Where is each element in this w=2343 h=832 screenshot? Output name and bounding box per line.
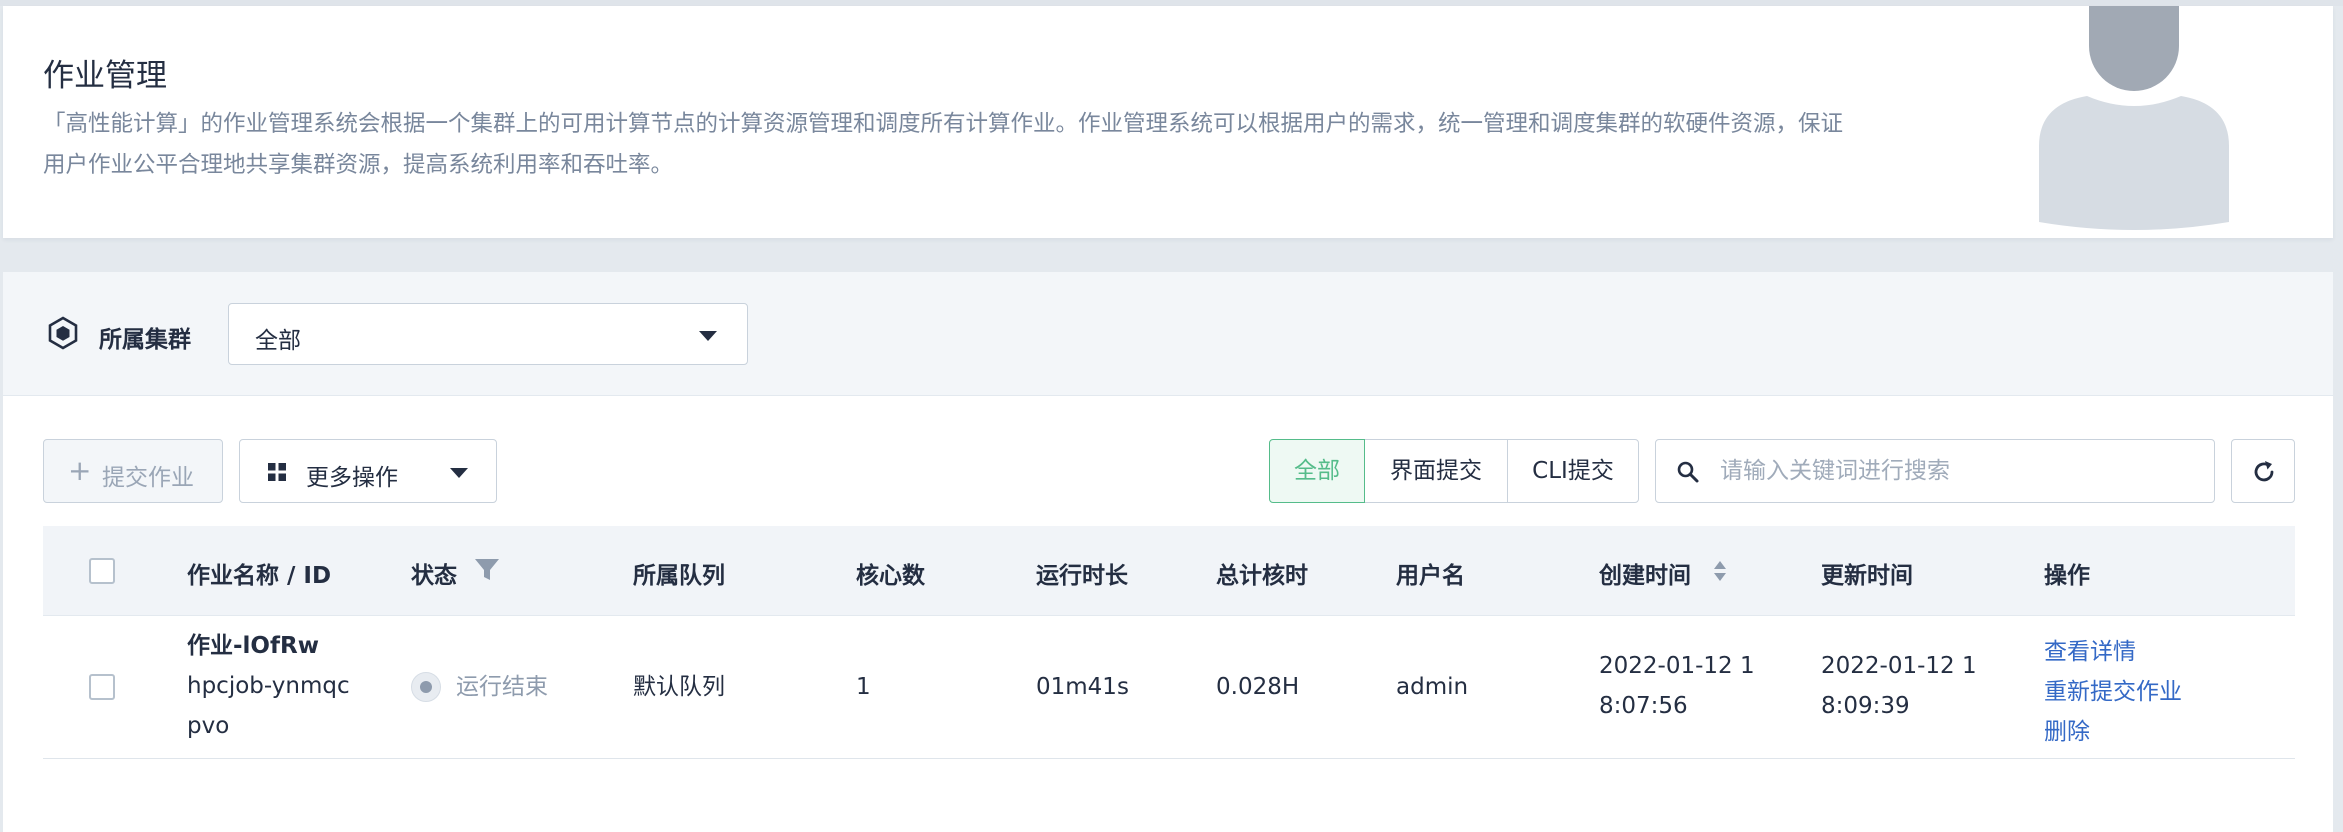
column-header-updated: 更新时间 xyxy=(1821,563,1913,589)
grid-icon xyxy=(268,463,286,481)
column-header-created[interactable]: 创建时间 xyxy=(1599,556,1691,590)
page-title: 作业管理 xyxy=(43,58,167,94)
table-row: 作业-lOfRw hpcjob-ynmqc pvo 运行结束 默认队列 1 01… xyxy=(43,616,2295,759)
column-header-name: 作业名称 / ID xyxy=(187,563,332,589)
description-line-1: 「高性能计算」的作业管理系统会根据一个集群上的可用计算节点的计算资源管理和调度所… xyxy=(43,111,1844,137)
cube-icon xyxy=(48,316,78,350)
column-header-user: 用户名 xyxy=(1396,563,1465,589)
more-actions-label: 更多操作 xyxy=(306,465,398,491)
delete-link[interactable]: 删除 xyxy=(2044,712,2090,746)
submit-type-tabs: 全部 界面提交 CLI提交 xyxy=(1269,439,1639,503)
search-icon xyxy=(1677,461,1699,483)
job-name: 作业-lOfRw xyxy=(187,633,319,659)
job-id-line-1: hpcjob-ynmqc xyxy=(187,673,350,699)
job-duration: 01m41s xyxy=(1036,674,1129,700)
job-cores: 1 xyxy=(856,674,871,700)
updated-time-line-2: 8:09:39 xyxy=(1821,693,1910,719)
column-header-cores: 核心数 xyxy=(856,563,925,589)
updated-time-line-1: 2022-01-12 1 xyxy=(1821,653,1977,679)
submit-job-button[interactable]: + 提交作业 xyxy=(43,439,223,503)
more-actions-button[interactable]: 更多操作 xyxy=(239,439,497,503)
job-status: 运行结束 xyxy=(456,674,548,700)
search-box xyxy=(1655,439,2215,503)
tab-cli-submit[interactable]: CLI提交 xyxy=(1507,439,1639,503)
user-silhouette-icon xyxy=(2039,6,2229,230)
status-indicator-icon xyxy=(411,672,441,702)
tab-ui-submit[interactable]: 界面提交 xyxy=(1364,439,1508,503)
search-input[interactable] xyxy=(1720,452,2200,490)
view-details-link[interactable]: 查看详情 xyxy=(2044,632,2136,666)
chevron-down-icon xyxy=(699,331,717,341)
job-queue: 默认队列 xyxy=(633,674,725,700)
cluster-filter-bar: 所属集群 全部 xyxy=(3,272,2333,396)
refresh-button[interactable] xyxy=(2231,439,2295,503)
job-list-panel: 所属集群 全部 + 提交作业 更多操作 全部 界面提交 CLI提交 请输入关键词… xyxy=(3,272,2333,832)
cluster-filter-label: 所属集群 xyxy=(99,327,191,353)
description-line-2: 用户作业公平合理地共享集群资源，提高系统利用率和吞吐率。 xyxy=(43,152,674,178)
tab-all[interactable]: 全部 xyxy=(1269,439,1365,503)
sort-icon[interactable] xyxy=(1713,560,1727,582)
job-id-line-2: pvo xyxy=(187,713,230,739)
page-header: 作业管理 「高性能计算」的作业管理系统会根据一个集群上的可用计算节点的计算资源管… xyxy=(3,6,2333,238)
plus-icon: + xyxy=(68,454,92,487)
column-header-status: 状态 xyxy=(411,563,457,589)
page-description: 「高性能计算」的作业管理系统会根据一个集群上的可用计算节点的计算资源管理和调度所… xyxy=(43,104,1993,186)
refresh-icon xyxy=(2254,461,2274,482)
resubmit-job-link[interactable]: 重新提交作业 xyxy=(2044,672,2182,706)
created-time-line-1: 2022-01-12 1 xyxy=(1599,653,1755,679)
chevron-down-icon xyxy=(450,468,468,478)
column-header-actions: 操作 xyxy=(2044,563,2090,589)
submit-job-label: 提交作业 xyxy=(102,465,194,491)
row-checkbox[interactable] xyxy=(89,674,115,700)
job-user: admin xyxy=(1396,674,1469,700)
cluster-select-value: 全部 xyxy=(255,328,301,354)
cluster-select[interactable]: 全部 xyxy=(228,303,748,365)
column-header-duration: 运行时长 xyxy=(1036,563,1128,589)
column-header-core-hours: 总计核时 xyxy=(1216,563,1308,589)
created-time-line-2: 8:07:56 xyxy=(1599,693,1688,719)
job-core-hours: 0.028H xyxy=(1216,674,1300,700)
select-all-checkbox[interactable] xyxy=(89,558,115,584)
table-header: 作业名称 / ID 状态 所属队列 核心数 运行时长 总计核时 用户名 创建时间… xyxy=(43,526,2295,616)
column-header-queue: 所属队列 xyxy=(633,563,725,589)
filter-icon[interactable] xyxy=(474,558,500,582)
